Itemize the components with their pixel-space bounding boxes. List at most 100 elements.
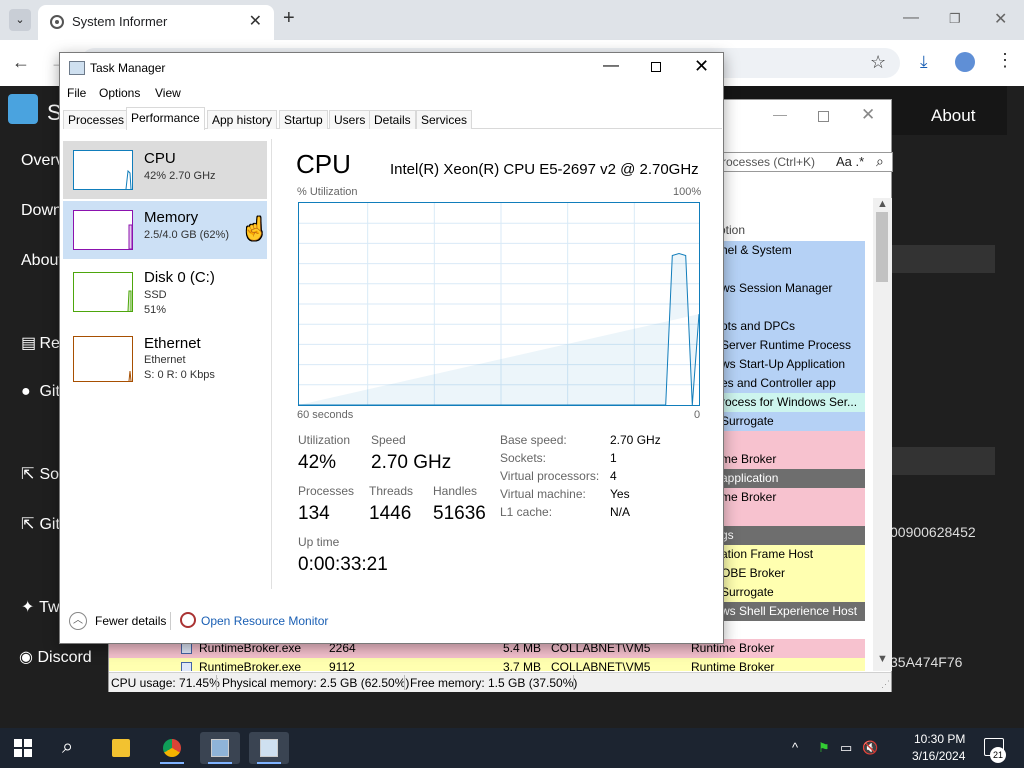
tab-processes[interactable]: Processes — [63, 110, 130, 129]
tab-close-icon[interactable]: ✕ — [249, 11, 262, 31]
side-link-about[interactable]: About — [21, 252, 63, 270]
scroll-thumb[interactable] — [876, 212, 888, 282]
table-row[interactable]: gs — [719, 526, 865, 545]
table-row[interactable]: RuntimeBroker.exe 9112 3.7 MB COLLABNET\… — [109, 658, 865, 671]
tab-details[interactable]: Details — [369, 110, 416, 129]
si-minimize-button[interactable]: — — [773, 106, 787, 122]
site-logo-icon[interactable] — [8, 94, 38, 124]
side-link-source[interactable]: ⇱ So — [21, 464, 59, 484]
scroll-up-icon[interactable]: ▲ — [877, 198, 888, 210]
clock-time[interactable]: 10:30 PM — [914, 732, 965, 746]
perf-item-memory[interactable]: Memory 2.5/4.0 GB (62%) — [63, 201, 267, 259]
search-icon[interactable]: ⌕ — [876, 153, 884, 170]
table-row[interactable] — [719, 298, 865, 317]
file-explorer-taskbar-icon[interactable] — [101, 732, 141, 764]
table-row[interactable] — [719, 431, 865, 450]
perf-item-cpu[interactable]: CPU 42% 2.70 GHz — [63, 141, 267, 199]
side-link-discord[interactable]: ◉ Discord — [19, 647, 92, 667]
open-resource-monitor-link[interactable]: Open Resource Monitor — [201, 614, 328, 628]
download-icon[interactable]: ⤓ — [920, 52, 928, 72]
spec-label: Sockets: — [500, 451, 547, 465]
browser-tab[interactable]: System Informer ✕ — [38, 5, 274, 40]
tab-startup[interactable]: Startup — [279, 110, 328, 129]
table-row[interactable]: pts and DPCs — [719, 317, 865, 336]
volume-muted-icon[interactable]: 🔇 — [862, 740, 878, 756]
task-manager-taskbar-icon[interactable] — [249, 732, 289, 764]
chrome-taskbar-icon[interactable] — [152, 732, 192, 764]
minimize-button[interactable]: — — [603, 57, 619, 75]
table-row[interactable]: nel & System — [719, 241, 865, 260]
table-row[interactable] — [719, 507, 865, 526]
browser-tab-strip: ⌄ System Informer ✕ + — ❐ ✕ — [0, 0, 1024, 40]
table-row[interactable]: OBE Broker — [719, 564, 865, 583]
fewer-details-button[interactable]: Fewer details — [95, 614, 166, 628]
network-activity-icon[interactable]: ⚑ — [818, 740, 830, 756]
table-row[interactable]: Server Runtime Process — [719, 336, 865, 355]
table-row[interactable]: Surrogate — [719, 583, 865, 602]
side-link-download[interactable]: Down — [21, 202, 62, 220]
table-row[interactable]: application — [719, 469, 865, 488]
speed-label: Speed — [371, 433, 406, 447]
site-nav-about[interactable]: About — [931, 106, 975, 126]
collapse-chevron-icon[interactable]: ︿ — [69, 612, 87, 630]
si-scrollbar[interactable]: ▲ ▼ — [873, 198, 892, 671]
search-icon[interactable]: ⌕ — [62, 736, 73, 759]
perf-item-disk[interactable]: Disk 0 (C:) SSD 51% — [63, 263, 267, 321]
tab-users[interactable]: Users — [329, 110, 371, 129]
table-row[interactable]: ws Session Manager — [719, 279, 865, 298]
x-axis-left-label: 60 seconds — [297, 409, 354, 421]
network-icon[interactable]: ▭ — [840, 740, 852, 756]
tab-services[interactable]: Services — [416, 110, 473, 129]
table-row[interactable]: ws Shell Experience Host — [719, 602, 865, 621]
side-link-github[interactable]: ● Git — [21, 383, 60, 401]
side-link-overview[interactable]: Overv — [21, 152, 64, 170]
new-tab-button[interactable]: + — [283, 7, 295, 30]
regex-toggle-icon[interactable]: Aa .* — [836, 154, 864, 169]
system-informer-taskbar-icon[interactable] — [200, 732, 240, 764]
start-button[interactable] — [14, 739, 32, 757]
disk-thumbnail — [73, 272, 133, 312]
cpu-graph-svg — [299, 203, 700, 406]
table-row[interactable]: ation Frame Host — [719, 545, 865, 564]
pane-divider[interactable] — [271, 139, 272, 589]
maximize-button[interactable] — [651, 62, 661, 72]
spec-label: Base speed: — [500, 433, 567, 447]
bookmark-star-icon[interactable]: ☆ — [870, 52, 886, 73]
clock-date[interactable]: 3/16/2024 — [912, 749, 965, 763]
table-row[interactable] — [719, 260, 865, 279]
tab-performance[interactable]: Performance — [126, 107, 205, 130]
processes-label: Processes — [298, 484, 355, 498]
si-maximize-button[interactable] — [818, 111, 829, 122]
back-arrow-icon[interactable]: ← — [12, 52, 30, 73]
browser-restore-button[interactable]: ❐ — [949, 11, 961, 27]
scroll-down-icon[interactable]: ▼ — [877, 653, 888, 665]
profile-avatar[interactable] — [955, 52, 975, 72]
menu-options[interactable]: Options — [99, 86, 140, 100]
si-search-input[interactable]: rocesses (Ctrl+K) Aa .* ⌕ — [715, 152, 893, 172]
table-row[interactable]: me Broker — [719, 488, 865, 507]
menu-file[interactable]: File — [67, 86, 86, 100]
table-row[interactable]: es and Controller app — [719, 374, 865, 393]
browser-close-button[interactable]: ✕ — [994, 9, 1007, 29]
browser-menu-icon[interactable]: ⋮ — [996, 50, 1014, 71]
notification-count-badge: 21 — [990, 747, 1006, 763]
side-link-twitter[interactable]: ✦ Tw — [21, 597, 60, 617]
side-link-github-2[interactable]: ⇱ Git — [21, 514, 60, 534]
table-row[interactable]: Surrogate — [719, 412, 865, 431]
show-hidden-icons-chevron-icon[interactable]: ^ — [792, 740, 798, 755]
process-name: RuntimeBroker.exe — [199, 660, 302, 671]
hand-cursor-icon: ☝ — [241, 216, 269, 241]
table-row[interactable]: me Broker — [719, 450, 865, 469]
tab-app-history[interactable]: App history — [207, 110, 278, 129]
table-row[interactable]: rocess for Windows Ser... — [719, 393, 865, 412]
browser-minimize-button[interactable]: — — [903, 9, 919, 27]
resize-grip-icon[interactable]: ⋰ — [881, 679, 890, 690]
resource-monitor-icon[interactable] — [180, 612, 196, 628]
tab-search-button[interactable]: ⌄ — [9, 9, 31, 31]
close-button[interactable]: ✕ — [694, 56, 709, 77]
menu-view[interactable]: View — [155, 86, 181, 100]
perf-item-memory-sub: 2.5/4.0 GB (62%) — [144, 229, 229, 241]
si-close-button[interactable]: ✕ — [861, 105, 875, 125]
table-row[interactable]: ws Start-Up Application — [719, 355, 865, 374]
perf-item-ethernet[interactable]: Ethernet Ethernet S: 0 R: 0 Kbps — [63, 329, 267, 387]
